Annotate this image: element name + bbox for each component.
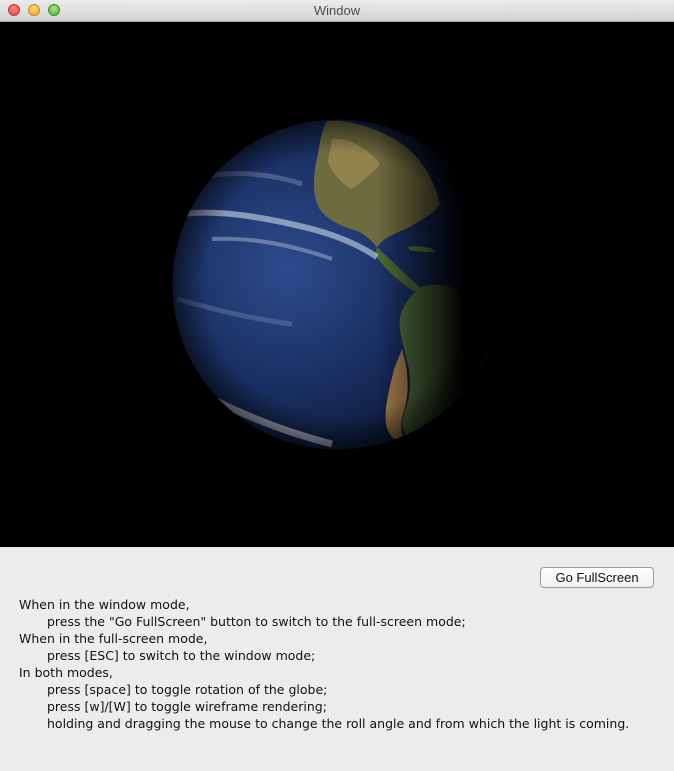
app-window: Window Go FullScreen When in the window … xyxy=(0,0,674,771)
instruction-line: holding and dragging the mouse to change… xyxy=(47,716,630,731)
go-fullscreen-button[interactable]: Go FullScreen xyxy=(540,567,654,588)
earth-globe[interactable] xyxy=(172,119,503,450)
instruction-line: In both modes, xyxy=(19,665,113,680)
instruction-line: press [space] to toggle rotation of the … xyxy=(47,682,328,697)
title-bar[interactable]: Window xyxy=(0,0,674,22)
globe-viewport[interactable] xyxy=(0,22,674,547)
instruction-line: When in the window mode, xyxy=(19,597,190,612)
instruction-line: press the "Go FullScreen" button to swit… xyxy=(47,614,466,629)
instruction-line: press [w]/[W] to toggle wireframe render… xyxy=(47,699,327,714)
instruction-line: press [ESC] to switch to the window mode… xyxy=(47,648,316,663)
window-title: Window xyxy=(313,3,361,18)
instruction-line: When in the full-screen mode, xyxy=(19,631,208,646)
instructions-text: When in the window mode, press the "Go Fu… xyxy=(19,596,669,732)
